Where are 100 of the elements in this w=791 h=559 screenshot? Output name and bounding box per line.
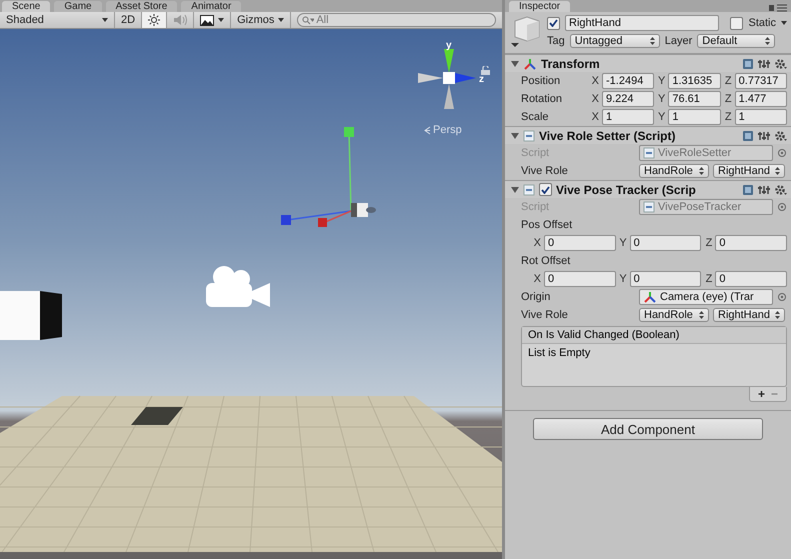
- number-field[interactable]: 0: [544, 235, 616, 251]
- script-file-icon: [643, 201, 655, 213]
- lighting-toggle[interactable]: [142, 12, 168, 28]
- number-field[interactable]: 9.224: [602, 91, 654, 107]
- object-picker-icon[interactable]: [777, 148, 787, 158]
- sliders-icon[interactable]: [758, 58, 770, 70]
- script-file-icon: [523, 130, 535, 142]
- up-down-arrows-icon: [699, 311, 704, 319]
- number-field[interactable]: 0: [630, 271, 702, 287]
- component-title: Vive Role Setter (Script): [539, 128, 676, 142]
- object-picker-icon[interactable]: [777, 202, 787, 212]
- field-label: Pos Offset: [521, 219, 574, 231]
- name-field[interactable]: RightHand: [565, 15, 719, 31]
- object-picker-icon[interactable]: [777, 292, 787, 302]
- event-title: On Is Valid Changed (Boolean): [522, 327, 786, 344]
- static-label: Static: [748, 17, 776, 29]
- scene-tab[interactable]: Scene: [2, 1, 50, 12]
- field-label: Script: [521, 147, 550, 159]
- gear-icon[interactable]: [774, 58, 787, 70]
- object-field: ViveRoleSetter: [639, 145, 773, 161]
- active-checkbox[interactable]: [547, 16, 560, 30]
- layer-dropdown[interactable]: Default: [697, 34, 776, 48]
- layer-label: Layer: [664, 35, 692, 47]
- caret-icon: [218, 18, 224, 22]
- number-field[interactable]: 0: [544, 271, 616, 287]
- sliders-icon[interactable]: [758, 130, 770, 142]
- axis-label: X: [533, 273, 541, 285]
- script-file-icon: [523, 184, 535, 196]
- gear-icon[interactable]: [774, 130, 787, 142]
- axis-label: X: [591, 111, 599, 123]
- number-field[interactable]: -1.2494: [602, 73, 654, 89]
- axis-label: Y: [618, 237, 627, 249]
- object-field: VivePoseTracker: [639, 199, 773, 215]
- foldout-arrow-icon[interactable]: [511, 132, 519, 140]
- lock-icon[interactable]: [481, 66, 490, 75]
- scene-tab[interactable]: Asset Store: [106, 1, 178, 12]
- number-field[interactable]: 0: [630, 235, 702, 251]
- caret-icon: [781, 21, 787, 25]
- axis-label: X: [591, 93, 599, 105]
- chevron-left-icon[interactable]: [424, 126, 431, 134]
- axis-label: Y: [618, 273, 627, 285]
- script-file-icon: [643, 147, 655, 159]
- help-book-icon[interactable]: [742, 130, 754, 142]
- role-type-dropdown[interactable]: HandRole: [639, 308, 709, 322]
- number-field[interactable]: 0.77317: [734, 73, 787, 89]
- add-button[interactable]: +: [758, 387, 765, 401]
- tag-dropdown[interactable]: Untagged: [570, 34, 660, 48]
- number-field[interactable]: 0: [715, 271, 788, 287]
- field-label: Origin: [521, 291, 552, 303]
- orientation-gizmo-drawing: y z: [418, 39, 490, 111]
- axes-icon: [523, 58, 537, 70]
- field-label: Position: [521, 75, 562, 87]
- inspector-tab[interactable]: Inspector: [509, 1, 570, 12]
- add-component-button[interactable]: Add Component: [533, 418, 763, 440]
- static-checkbox[interactable]: [730, 16, 744, 30]
- axis-label: Y: [657, 111, 666, 123]
- caret-icon: [278, 18, 284, 22]
- field-label: Vive Role: [521, 165, 569, 177]
- role-type-dropdown[interactable]: HandRole: [639, 164, 709, 178]
- up-down-arrows-icon: [699, 167, 704, 175]
- field-label: Rot Offset: [521, 255, 572, 267]
- scene-tab[interactable]: Animator: [181, 1, 242, 12]
- scene-tab[interactable]: Game: [54, 1, 102, 12]
- shading-dropdown[interactable]: Shaded: [0, 12, 115, 28]
- cube-icon: [511, 15, 541, 49]
- empty-list-text: List is Empty: [528, 347, 590, 359]
- role-dropdown[interactable]: RightHand: [713, 308, 785, 322]
- number-field[interactable]: 1.477: [734, 91, 787, 107]
- gear-icon[interactable]: [774, 184, 787, 196]
- number-field[interactable]: 0: [715, 235, 788, 251]
- speaker-icon: [173, 14, 188, 26]
- number-field[interactable]: 1: [602, 109, 654, 125]
- role-dropdown[interactable]: RightHand: [713, 164, 785, 178]
- foldout-arrow-icon[interactable]: [511, 60, 519, 68]
- help-book-icon[interactable]: [742, 58, 754, 70]
- number-field[interactable]: 1: [668, 109, 721, 125]
- component-title: Vive Pose Tracker (Scrip: [556, 182, 697, 196]
- axis-label: Y: [657, 93, 666, 105]
- axis-label: Z: [704, 273, 712, 285]
- axis-label: Z: [724, 75, 732, 87]
- field-label: Vive Role: [521, 309, 569, 321]
- foldout-arrow-icon[interactable]: [511, 186, 519, 194]
- gizmos-dropdown[interactable]: Gizmos: [231, 12, 292, 28]
- object-field[interactable]: Camera (eye) (Trar: [639, 289, 773, 305]
- menu-icon[interactable]: [769, 3, 787, 12]
- axis-label: X: [533, 237, 541, 249]
- help-book-icon[interactable]: [742, 184, 754, 196]
- tag-label: Tag: [547, 35, 565, 47]
- number-field[interactable]: 76.61: [668, 91, 721, 107]
- enabled-checkbox[interactable]: [539, 183, 552, 196]
- number-field[interactable]: 1.31635: [668, 73, 721, 89]
- sliders-icon[interactable]: [758, 184, 770, 196]
- component-title: Transform: [541, 56, 601, 70]
- axis-label: X: [591, 75, 599, 87]
- axis-label: Z: [724, 111, 732, 123]
- sun-icon: [148, 14, 160, 26]
- number-field[interactable]: 1: [734, 109, 787, 125]
- field-label: Script: [521, 201, 550, 213]
- landscape-image-icon: [200, 14, 214, 26]
- axis-label: Z: [724, 93, 732, 105]
